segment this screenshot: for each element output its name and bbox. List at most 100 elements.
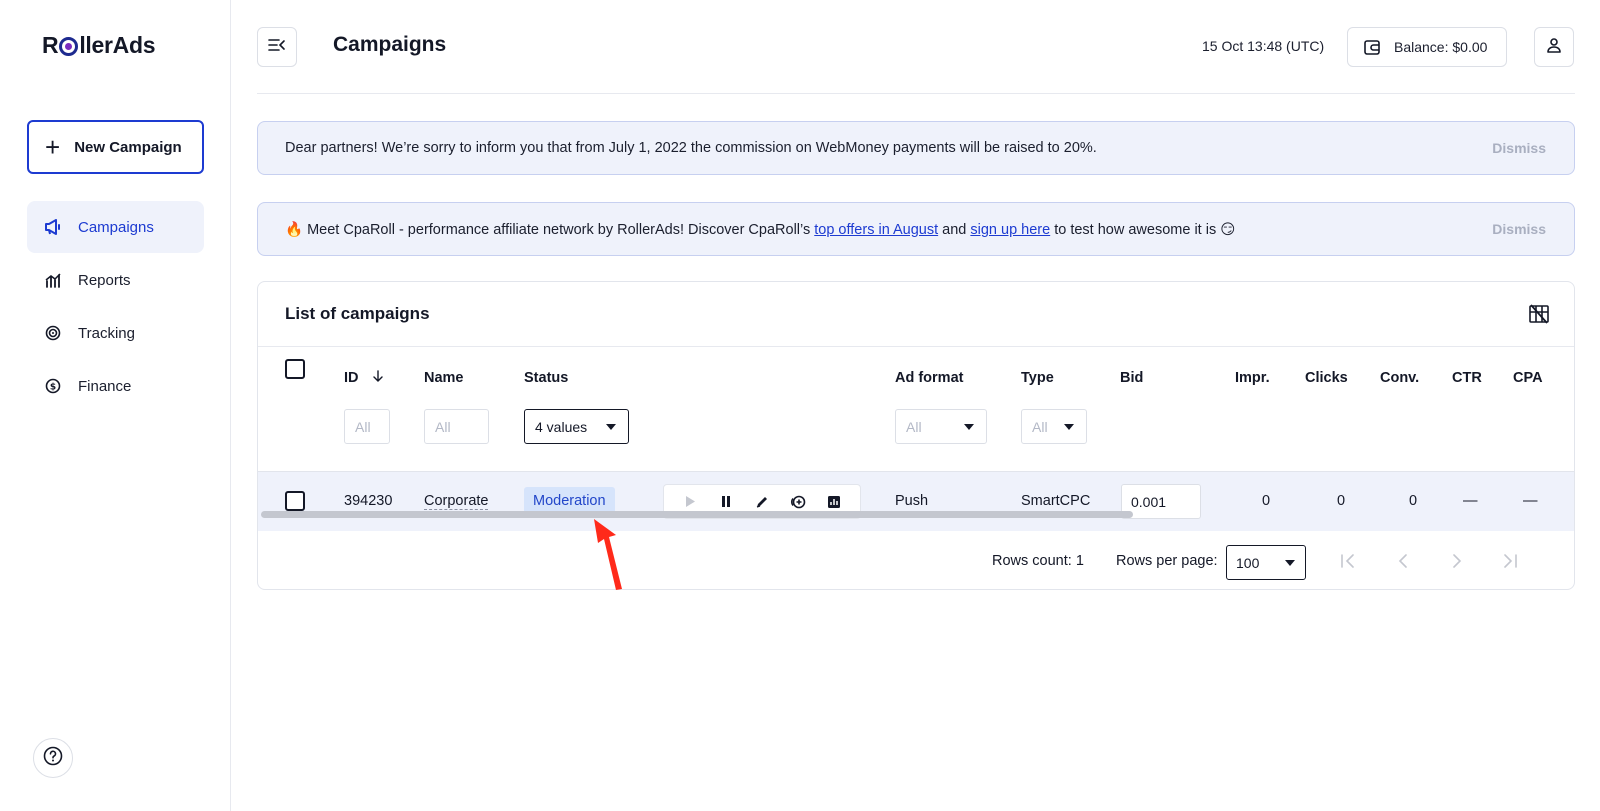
new-campaign-button[interactable]: + New Campaign xyxy=(27,120,204,174)
last-page-icon[interactable] xyxy=(1498,549,1522,573)
select-all-checkbox[interactable] xyxy=(285,359,305,379)
column-header-conversions[interactable]: Conv. xyxy=(1380,370,1419,386)
rows-per-page-select[interactable]: 100 xyxy=(1226,545,1306,580)
rows-per-page-label: Rows per page: xyxy=(1116,553,1218,569)
sidebar-item-reports[interactable]: Reports xyxy=(27,254,204,306)
menu-collapse-icon xyxy=(268,38,286,57)
sidebar-nav: Campaigns Reports Tracking $ Finance xyxy=(27,201,204,413)
horizontal-scrollbar[interactable] xyxy=(261,511,1133,518)
column-header-bid[interactable]: Bid xyxy=(1120,370,1143,386)
list-title: List of campaigns xyxy=(285,304,430,323)
help-button[interactable] xyxy=(33,738,73,778)
edit-icon[interactable] xyxy=(750,490,774,514)
wallet-icon xyxy=(1364,39,1380,55)
column-header-impressions[interactable]: Impr. xyxy=(1235,370,1270,386)
campaign-list-card: List of campaigns ID Name Status Ad form… xyxy=(257,281,1575,590)
logo-ring-icon xyxy=(59,37,79,56)
status-filter-value: 4 values xyxy=(535,418,588,435)
header-divider xyxy=(257,93,1575,94)
target-icon xyxy=(44,324,62,342)
logo-text-end: llerAds xyxy=(79,32,156,58)
impressions-value: 0 xyxy=(1262,493,1271,509)
table-footer: Rows count: 1 Rows per page: 100 xyxy=(258,531,1574,589)
type-value: SmartCPC xyxy=(1021,493,1091,509)
campaign-name-link[interactable]: Corporate xyxy=(424,493,489,510)
plus-icon: + xyxy=(45,132,61,162)
table-row[interactable]: 394230 Corporate Moderation Push SmartCP… xyxy=(258,471,1574,531)
column-header-id[interactable]: ID xyxy=(344,370,383,386)
sidebar-item-tracking[interactable]: Tracking xyxy=(27,307,204,359)
sidebar-item-label: Reports xyxy=(78,271,131,289)
top-header: Campaigns 15 Oct 13:48 (UTC) Balance: $0… xyxy=(257,27,1575,67)
banner-text: Dear partners! We’re sorry to inform you… xyxy=(285,140,1097,156)
sidebar-item-label: Campaigns xyxy=(78,218,154,236)
profile-button[interactable] xyxy=(1534,27,1574,67)
id-filter-input[interactable]: All xyxy=(344,409,390,444)
row-checkbox[interactable] xyxy=(285,491,305,511)
ad-format-filter-value: All xyxy=(906,418,922,435)
dollar-icon: $ xyxy=(44,377,62,395)
balance-label: Balance: $0.00 xyxy=(1394,39,1488,55)
statistics-icon[interactable] xyxy=(822,490,846,514)
chart-icon xyxy=(44,271,62,289)
cparoll-promo-banner: 🔥 Meet CpaRoll - performance affiliate n… xyxy=(257,202,1575,256)
new-campaign-label: New Campaign xyxy=(74,138,182,156)
ad-format-filter-select[interactable]: All xyxy=(895,409,987,444)
clicks-value: 0 xyxy=(1337,493,1346,509)
column-header-status[interactable]: Status xyxy=(524,370,568,386)
sidebar-item-label: Tracking xyxy=(78,324,135,342)
logo-text-start: R xyxy=(42,32,59,58)
caret-down-icon xyxy=(1285,560,1295,566)
banner-text-prefix: 🔥 Meet CpaRoll - performance affiliate n… xyxy=(285,221,815,238)
status-filter-select[interactable]: 4 values xyxy=(524,409,629,444)
question-icon xyxy=(43,746,63,771)
next-page-icon[interactable] xyxy=(1445,549,1469,573)
column-header-name[interactable]: Name xyxy=(424,370,464,386)
user-icon xyxy=(1546,37,1562,58)
dismiss-button[interactable]: Dismiss xyxy=(1492,140,1546,156)
ctr-value: — xyxy=(1463,493,1478,509)
column-header-cpa[interactable]: CPA xyxy=(1513,370,1543,386)
conversions-value: 0 xyxy=(1409,493,1418,509)
card-divider xyxy=(258,346,1574,347)
duplicate-icon[interactable] xyxy=(786,490,810,514)
top-offers-link[interactable]: top offers in August xyxy=(814,222,938,238)
type-filter-value: All xyxy=(1032,418,1048,435)
sidebar-item-finance[interactable]: $ Finance xyxy=(27,360,204,412)
name-filter-input[interactable]: All xyxy=(424,409,489,444)
caret-down-icon xyxy=(964,424,974,430)
annotation-arrow-icon xyxy=(594,519,622,590)
page-title: Campaigns xyxy=(333,33,447,56)
column-header-ad-format[interactable]: Ad format xyxy=(895,370,963,386)
banner-text: 🔥 Meet CpaRoll - performance affiliate n… xyxy=(285,221,1235,238)
campaign-id: 394230 xyxy=(344,493,393,509)
rollerads-logo[interactable]: RllerAds xyxy=(42,32,155,59)
sidebar-item-campaigns[interactable]: Campaigns xyxy=(27,201,204,253)
svg-text:$: $ xyxy=(50,383,56,393)
type-filter-select[interactable]: All xyxy=(1021,409,1087,444)
previous-page-icon[interactable] xyxy=(1391,549,1415,573)
column-settings-icon[interactable] xyxy=(1528,304,1550,329)
rows-per-page-value: 100 xyxy=(1236,554,1260,571)
banner-text-middle: and xyxy=(938,221,971,238)
webmoney-notice-banner: Dear partners! We’re sorry to inform you… xyxy=(257,121,1575,175)
sidebar: RllerAds + New Campaign Campaigns Report… xyxy=(0,0,231,811)
cpa-value: — xyxy=(1523,493,1538,509)
balance-button[interactable]: Balance: $0.00 xyxy=(1347,27,1507,67)
pause-icon[interactable] xyxy=(714,490,738,514)
banner-text-suffix: to test how awesome it is 😏 xyxy=(1050,221,1236,238)
first-page-icon[interactable] xyxy=(1336,549,1360,573)
bid-input[interactable]: 0.001 xyxy=(1121,484,1201,519)
current-datetime: 15 Oct 13:48 (UTC) xyxy=(1202,38,1325,54)
dismiss-button[interactable]: Dismiss xyxy=(1492,221,1546,237)
column-header-type[interactable]: Type xyxy=(1021,370,1054,386)
column-header-ctr[interactable]: CTR xyxy=(1452,370,1482,386)
caret-down-icon xyxy=(606,424,616,430)
rows-count: Rows count: 1 xyxy=(992,553,1084,569)
sign-up-link[interactable]: sign up here xyxy=(970,222,1050,238)
column-header-label: ID xyxy=(344,370,359,386)
column-header-clicks[interactable]: Clicks xyxy=(1305,370,1348,386)
collapse-menu-button[interactable] xyxy=(257,27,297,67)
play-icon[interactable] xyxy=(678,490,702,514)
sort-down-icon xyxy=(372,370,383,386)
